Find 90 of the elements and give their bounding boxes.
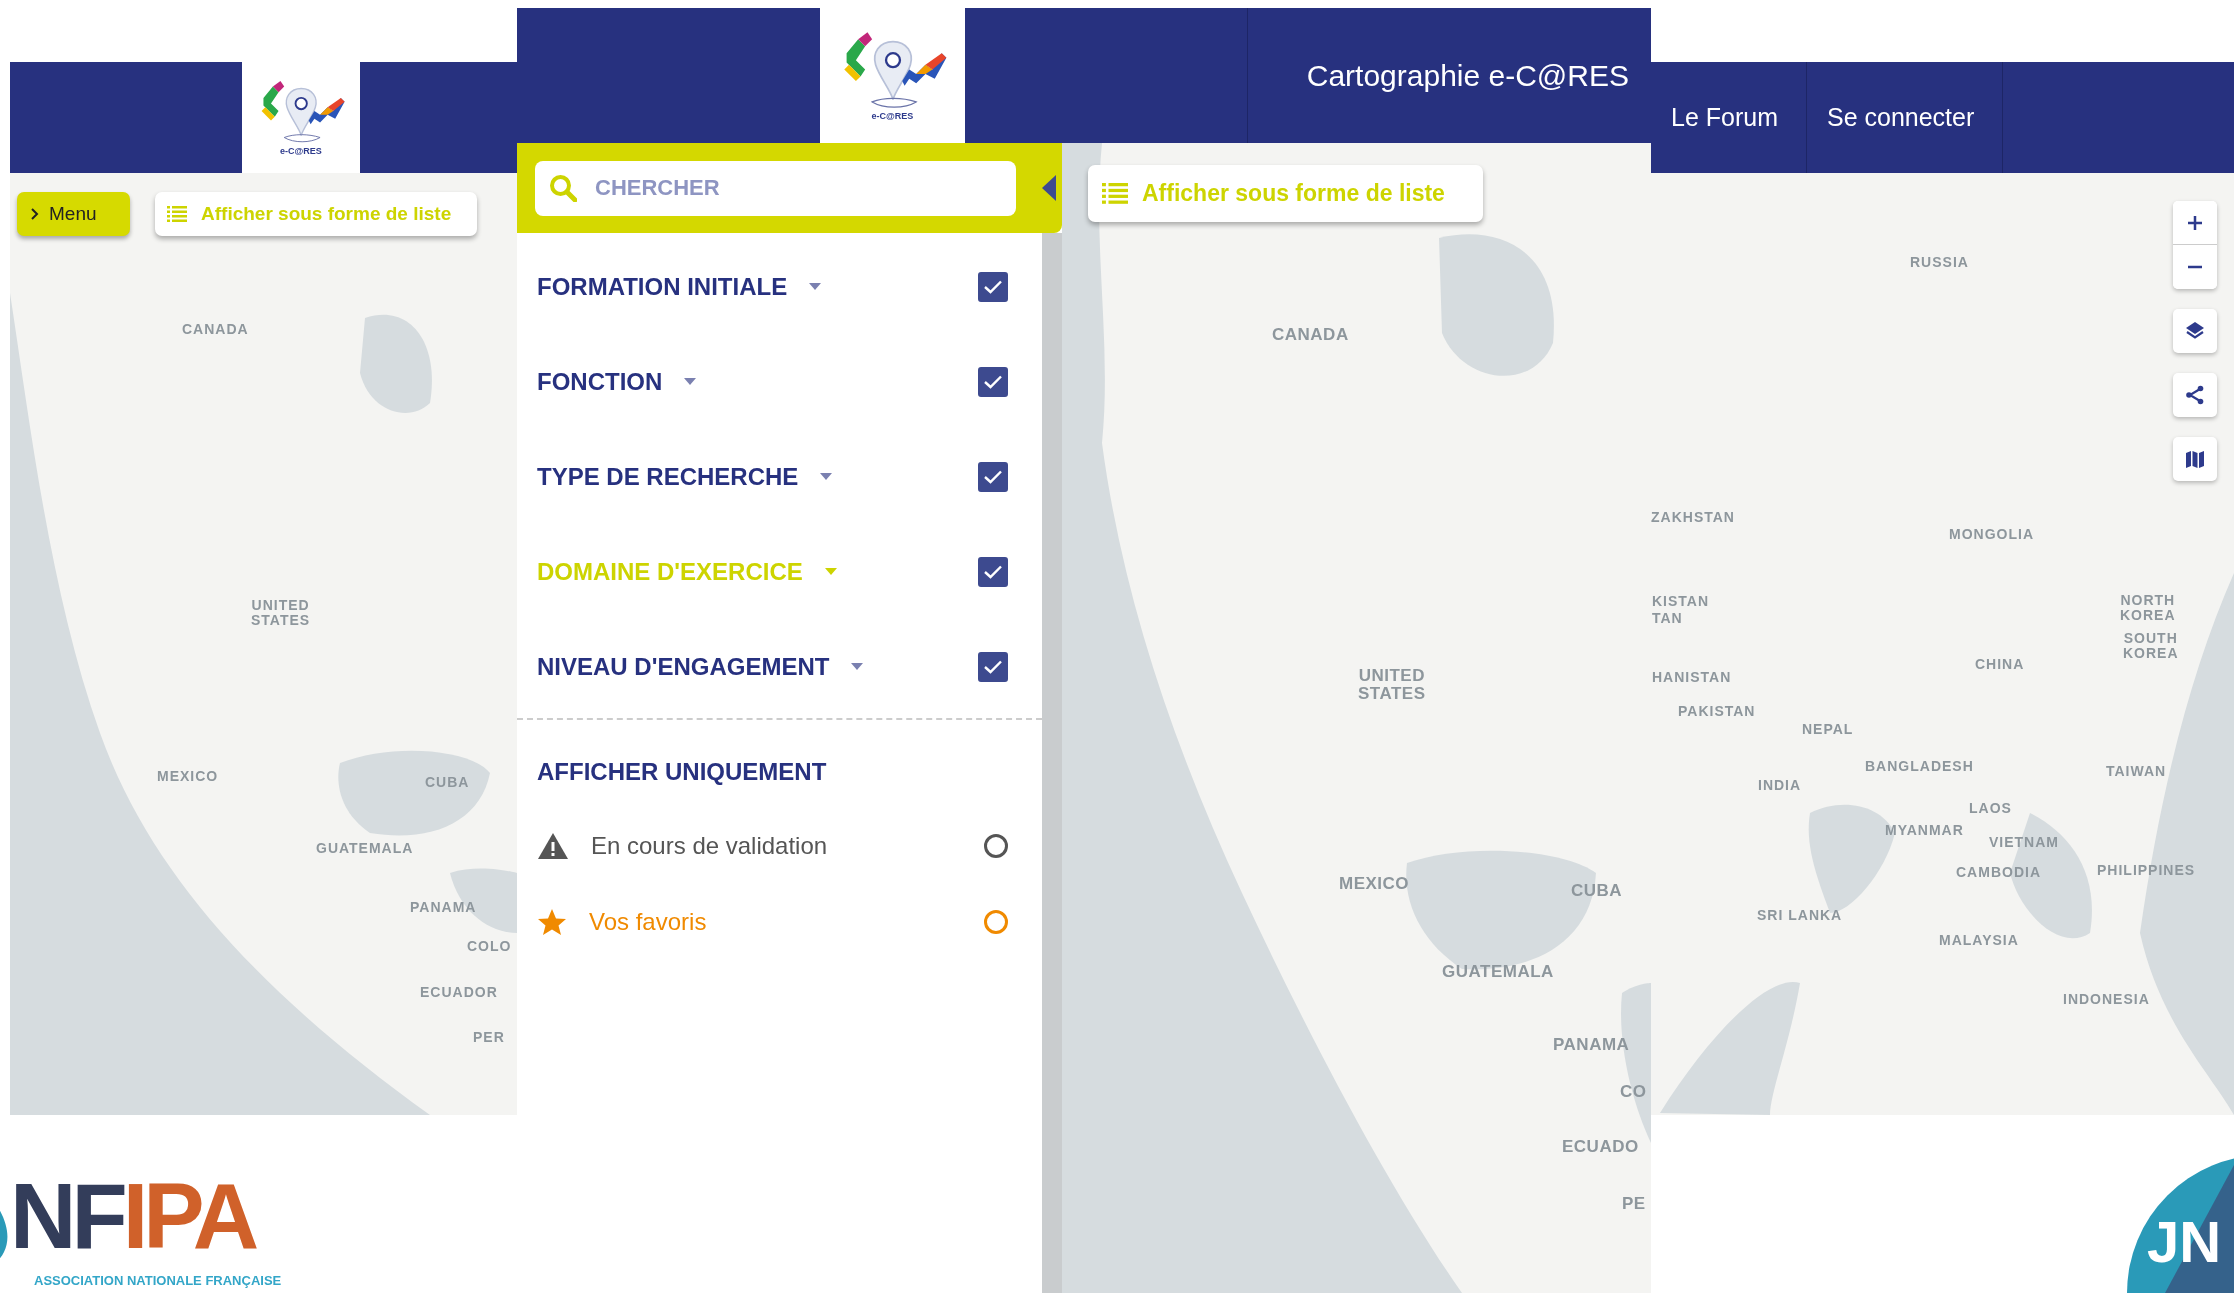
logo-text: e-C@RES [280, 145, 322, 156]
folded-map-icon [2185, 449, 2205, 469]
site-title: Cartographie e-C@RES [1306, 58, 1629, 93]
map-label: NEPAL [1802, 722, 1854, 737]
star-icon [537, 908, 567, 936]
radio-button[interactable] [984, 910, 1008, 934]
section-heading: AFFICHER UNIQUEMENT [537, 758, 828, 786]
checkbox[interactable] [978, 461, 1008, 492]
layers-icon [2185, 321, 2205, 341]
map-label: GUATEMALA [1442, 963, 1554, 981]
caret-down-icon [851, 663, 864, 670]
checkbox[interactable] [978, 366, 1008, 397]
filter-category[interactable]: NIVEAU D'ENGAGEMENT [537, 652, 864, 681]
map-label: NORTH KOREA [2120, 593, 2176, 623]
caret-down-icon [824, 568, 837, 575]
map-label: CUBA [1571, 882, 1623, 900]
logo-text: NF [10, 1170, 123, 1262]
option-label: En cours de validation [591, 832, 828, 860]
logo[interactable]: e-C@RES [820, 8, 965, 143]
map-label: PHILIPPINES [2097, 863, 2196, 878]
map-label: CANADA [182, 322, 249, 337]
share-icon [2185, 385, 2205, 405]
map-label: SRI LANKA [1757, 908, 1843, 923]
layers-button[interactable] [2173, 309, 2217, 353]
map-label: CHINA [1975, 657, 2025, 672]
map-style-button[interactable] [2173, 437, 2217, 481]
menu-button[interactable]: Menu [17, 192, 130, 236]
check-icon [984, 279, 1002, 294]
minus-icon [2187, 265, 2203, 269]
share-button[interactable] [2173, 373, 2217, 417]
map-label: PANAMA [410, 900, 477, 915]
map-label: INDONESIA [2063, 992, 2150, 1007]
map-label: INDIA [1758, 778, 1802, 793]
filter-category[interactable]: FONCTION [537, 367, 697, 396]
filter-category[interactable]: TYPE DE RECHERCHE [537, 462, 833, 491]
map-label: SOUTH KOREA [2123, 631, 2179, 661]
map-label: PANAMA [1553, 1036, 1630, 1054]
logo-text: JN [2147, 1213, 2222, 1271]
map-label: COLO [467, 939, 512, 954]
map-label: CANADA [1272, 326, 1349, 344]
check-icon [984, 374, 1002, 389]
caret-down-icon [809, 283, 822, 290]
zoom-in-button[interactable] [2173, 201, 2217, 245]
caret-down-icon [820, 473, 833, 480]
check-icon [984, 469, 1002, 484]
map-label: BANGLADESH [1865, 759, 1974, 774]
map-label: MONGOLIA [1949, 527, 2034, 542]
checkbox[interactable] [978, 271, 1008, 302]
map-label: RUSSIA [1910, 255, 1969, 270]
caret-down-icon [684, 378, 697, 385]
filter-category[interactable]: FORMATION INITIALE [537, 272, 822, 301]
map-label: VIETNAM [1989, 835, 2059, 850]
checkbox[interactable] [978, 651, 1008, 682]
map-label: KISTAN [1652, 594, 1710, 609]
list-icon [1102, 183, 1128, 204]
map-label: ZAKHSTAN [1651, 510, 1735, 525]
option-label: Vos favoris [589, 908, 707, 936]
map-label: PER [473, 1030, 505, 1045]
map-label: PE [1622, 1195, 1646, 1213]
map-label: LAOS [1969, 801, 2012, 816]
chevron-right-icon [31, 208, 39, 220]
checkbox[interactable] [978, 556, 1008, 587]
plus-icon [2187, 214, 2203, 231]
map-label: ECUADOR [420, 985, 498, 1000]
list-icon [167, 206, 187, 222]
logo-subtitle: ASSOCIATION NATIONALE FRANÇAISE [34, 1273, 282, 1288]
radio-button[interactable] [984, 834, 1008, 858]
map-label: MEXICO [1339, 875, 1410, 893]
warning-icon [537, 832, 569, 860]
map-label: TAN [1652, 611, 1683, 626]
map-label: CUBA [425, 775, 470, 790]
map-label: MALAYSIA [1939, 933, 2019, 948]
search-field[interactable]: CHERCHER [535, 160, 1016, 216]
collapse-arrow-icon[interactable] [1042, 175, 1056, 201]
logo-text: IPA [122, 1170, 255, 1262]
map-label: PAKISTAN [1678, 704, 1756, 719]
logo[interactable]: e-C@RES [242, 62, 360, 173]
map-label: MYANMAR [1885, 823, 1964, 838]
map-label: CAMBODIA [1956, 865, 2041, 880]
map-label: CO [1620, 1083, 1647, 1101]
map-label: ECUADO [1562, 1138, 1639, 1156]
check-icon [984, 659, 1002, 674]
map-label: HANISTAN [1652, 670, 1732, 685]
map-label: UNITED STATES [251, 598, 311, 628]
map-label: UNITED STATES [1358, 667, 1426, 703]
map-label: TAIWAN [2106, 764, 2167, 779]
map-label: GUATEMALA [316, 841, 414, 856]
logo-text: e-C@RES [871, 111, 914, 122]
map-label: MEXICO [157, 769, 219, 784]
check-icon [984, 564, 1002, 579]
